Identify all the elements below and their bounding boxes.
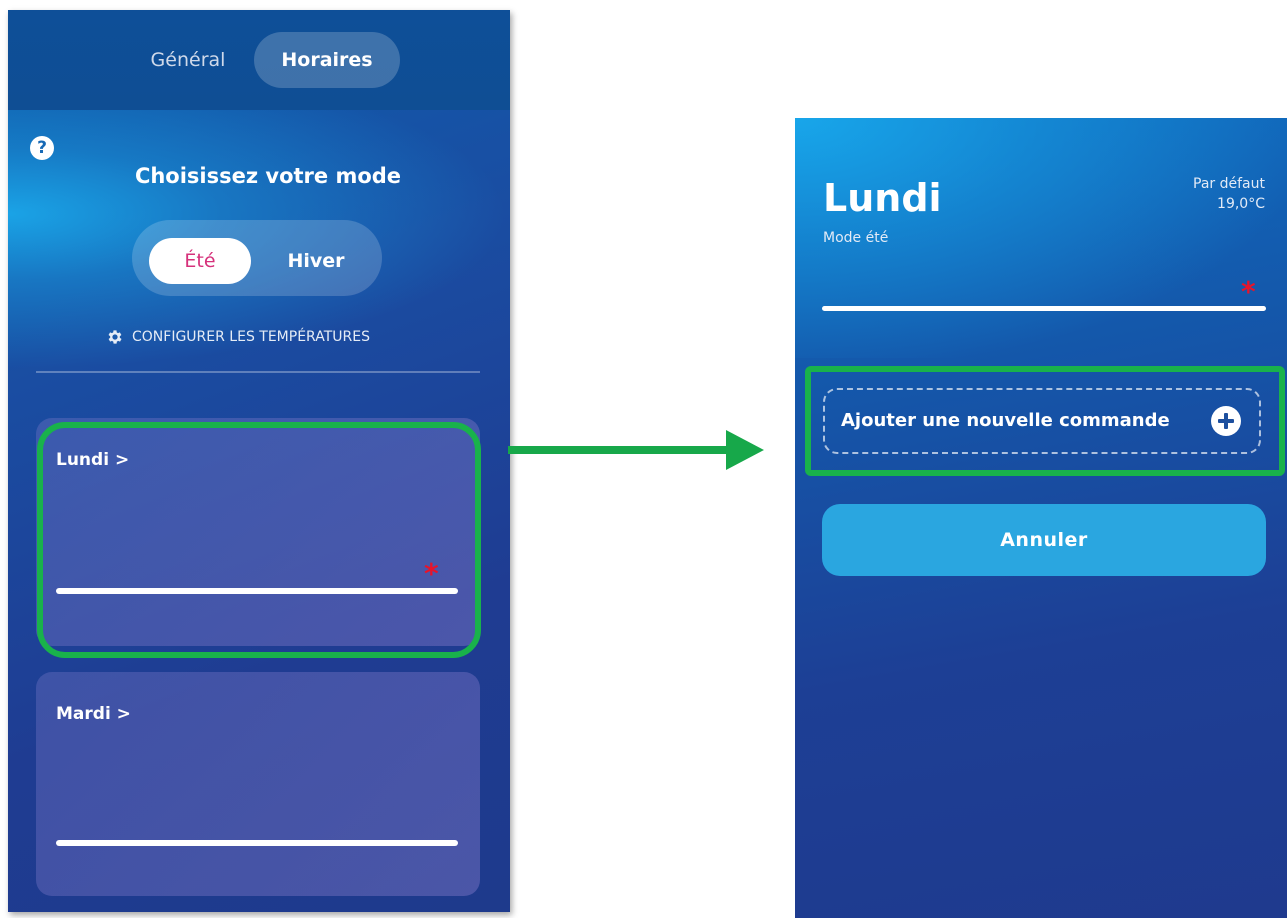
mode-label: Mode été: [823, 230, 889, 246]
mode-option-ete[interactable]: Été: [149, 238, 251, 284]
day-card-mardi[interactable]: Mardi >: [36, 672, 480, 896]
configure-temperatures-label: CONFIGURER LES TEMPÉRATURES: [132, 329, 370, 345]
day-label-mardi: Mardi >: [56, 704, 131, 724]
cancel-button[interactable]: Annuler: [822, 504, 1266, 576]
day-schedule-bar: [822, 306, 1266, 311]
gear-icon: [108, 330, 122, 344]
configure-temperatures-link[interactable]: CONFIGURER LES TEMPÉRATURES: [106, 326, 370, 348]
required-marker: *: [1241, 275, 1256, 308]
arrow-right-icon: [508, 446, 732, 454]
highlight-box-lundi: [37, 422, 481, 658]
right-phone-screen: Lundi Mode été Par défaut 19,0°C * Ajout…: [795, 118, 1287, 918]
tab-bar: Général Horaires: [8, 10, 510, 110]
default-temperature-value: 19,0°C: [1217, 196, 1265, 212]
divider: [36, 371, 480, 373]
day-title: Lundi: [823, 176, 942, 220]
highlight-box-add-command: [805, 366, 1285, 476]
help-icon[interactable]: ?: [30, 136, 54, 160]
day-schedule-bar: [56, 840, 458, 846]
default-label: Par défaut: [1193, 176, 1265, 192]
mode-option-hiver[interactable]: Hiver: [266, 238, 366, 284]
mode-title: Choisissez votre mode: [134, 164, 402, 188]
tab-general[interactable]: Général: [138, 32, 238, 88]
tab-horaires[interactable]: Horaires: [254, 32, 400, 88]
arrow-head: [726, 430, 764, 470]
default-temperature: Par défaut 19,0°C: [1193, 174, 1265, 214]
